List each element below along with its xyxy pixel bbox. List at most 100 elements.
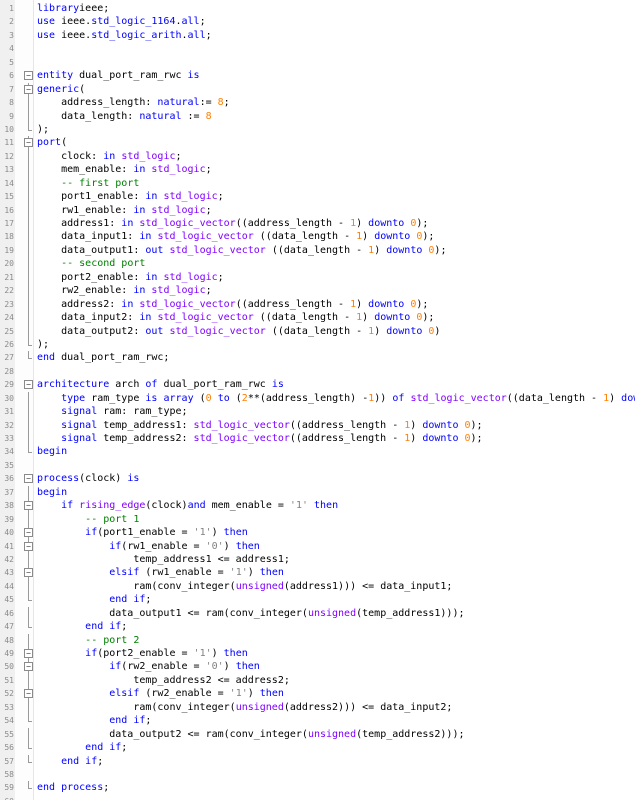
line-number: 34 xyxy=(4,447,14,457)
code-line[interactable]: 10); xyxy=(0,122,635,136)
code-line[interactable]: 21 port2_enable: in std_logic; xyxy=(0,270,635,285)
fold-toggle-icon[interactable] xyxy=(23,526,33,540)
fold-toggle-icon[interactable] xyxy=(23,82,33,97)
code-line[interactable]: 54 end if; xyxy=(0,714,635,727)
line-number: 48 xyxy=(4,635,14,645)
code-line[interactable]: 17 address1: in std_logic_vector((addres… xyxy=(0,217,635,231)
code-line[interactable]: 19 data_output1: out std_logic_vector ((… xyxy=(0,243,635,258)
code-text: data_input1: in std_logic_vector ((data_… xyxy=(37,230,434,243)
code-line[interactable]: 15 port1_enable: in std_logic; xyxy=(0,190,635,205)
code-line[interactable]: 53 ram(conv_integer(unsigned(address2)))… xyxy=(0,700,635,715)
code-line[interactable]: 41 if(rw1_enable = '0') then xyxy=(0,539,635,554)
code-line[interactable]: 9 data_length: natural := 8 xyxy=(0,109,635,124)
fold-toggle-icon[interactable] xyxy=(23,539,33,554)
code-line[interactable]: 14 -- first port xyxy=(0,176,635,191)
code-line[interactable]: 52 elsif (rw2_enable = '1') then xyxy=(0,687,635,702)
code-line[interactable]: 39 -- port 1 xyxy=(0,512,635,527)
code-line[interactable]: 6 entity dual_port_ram_rwc is xyxy=(0,69,635,82)
code-line[interactable]: 5 xyxy=(0,56,635,69)
code-token: ) xyxy=(223,661,236,673)
code-line[interactable]: 34 begin xyxy=(0,445,635,458)
code-line[interactable]: 59 end process; xyxy=(0,781,635,794)
fold-toggle-icon[interactable] xyxy=(23,472,33,485)
code-line[interactable]: 28 xyxy=(0,365,635,378)
code-line[interactable]: 60 xyxy=(0,795,635,800)
code-line[interactable]: 11 port( xyxy=(0,136,635,151)
code-line[interactable]: 58 xyxy=(0,768,635,781)
fold-toggle-icon[interactable] xyxy=(23,566,33,581)
code-token: ); xyxy=(37,338,50,350)
code-token: is xyxy=(271,379,284,391)
code-line[interactable]: 47 end if; xyxy=(0,620,635,633)
code-line[interactable]: 42 temp_address1 <= address1; xyxy=(0,552,635,567)
code-line[interactable]: 31 signal ram: ram_type; xyxy=(0,405,635,420)
code-token: downto xyxy=(374,312,411,324)
code-line[interactable]: 43 elsif (rw1_enable = '1') then xyxy=(0,566,635,581)
code-token: to xyxy=(217,392,230,404)
fold-toggle-icon[interactable] xyxy=(23,499,33,514)
fold-toggle-icon[interactable] xyxy=(23,660,33,675)
code-line[interactable]: 35 xyxy=(0,459,635,472)
line-number: 16 xyxy=(4,205,14,215)
fold-guide-line xyxy=(23,324,33,339)
fold-toggle-icon[interactable] xyxy=(23,136,33,151)
code-line[interactable]: 46 data_output1 <= ram(conv_integer(unsi… xyxy=(0,606,635,621)
code-line[interactable]: 2 use ieee.std_logic_1164.all; xyxy=(0,15,635,28)
code-text: if(rw2_enable = '0') then xyxy=(37,660,260,673)
fold-guide-line xyxy=(23,432,33,446)
code-line[interactable]: 25 data_output2: out std_logic_vector ((… xyxy=(0,324,635,339)
code-token: std_logic_vector xyxy=(157,231,254,243)
code-line[interactable]: 56 end if; xyxy=(0,741,635,754)
code-line[interactable]: 20 -- second port xyxy=(0,257,635,272)
code-token: ((address_length - xyxy=(235,298,351,310)
code-editor[interactable]: 1 libraryieee; 2 use ieee.std_logic_1164.al… xyxy=(0,0,635,800)
code-line[interactable]: 23 address2: in std_logic_vector((addres… xyxy=(0,297,635,312)
fold-toggle-icon[interactable] xyxy=(23,69,33,82)
code-line[interactable]: 16 rw1_enable: in std_logic; xyxy=(0,203,635,218)
code-line[interactable]: 13 mem_enable: in std_logic; xyxy=(0,163,635,178)
code-token: data_input2: xyxy=(37,312,140,324)
code-line[interactable]: 55 data_output2 <= ram(conv_integer(unsi… xyxy=(0,727,635,742)
code-line[interactable]: 49 if(port2_enable = '1') then xyxy=(0,647,635,661)
code-line[interactable]: 57 end if; xyxy=(0,754,635,768)
fold-guide-line xyxy=(23,297,33,312)
code-lines[interactable]: 1 libraryieee; 2 use ieee.std_logic_1164.al… xyxy=(0,2,635,800)
code-line[interactable]: 26); xyxy=(0,337,635,351)
code-line[interactable]: 29 architecture arch of dual_port_ram_rwc… xyxy=(0,378,635,391)
code-line[interactable]: 24 data_input2: in std_logic_vector ((da… xyxy=(0,311,635,325)
code-line[interactable]: 18 data_input1: in std_logic_vector ((da… xyxy=(0,230,635,245)
code-line[interactable]: 27 end dual_port_ram_rwc; xyxy=(0,351,635,364)
fold-guide-line xyxy=(23,337,33,351)
code-line[interactable]: 4 xyxy=(0,42,635,55)
code-line[interactable]: 40 if(port1_enable = '1') then xyxy=(0,526,635,540)
code-line[interactable]: 51 temp_address2 <= address2; xyxy=(0,673,635,688)
code-line[interactable]: 33 signal temp_address2: std_logic_vecto… xyxy=(0,432,635,446)
code-line[interactable]: 48 -- port 2 xyxy=(0,633,635,648)
code-line[interactable]: 8 address_length: natural:= 8; xyxy=(0,96,635,110)
fold-toggle-icon[interactable] xyxy=(23,647,33,661)
code-line[interactable]: 1 libraryieee; xyxy=(0,2,635,15)
line-number: 26 xyxy=(4,339,14,349)
code-token: ; xyxy=(121,742,128,754)
code-line[interactable]: 37 begin xyxy=(0,485,635,500)
fold-toggle-icon[interactable] xyxy=(23,687,33,702)
code-line[interactable]: 38 if rising_edge(clock)and mem_enable =… xyxy=(0,499,635,514)
code-line[interactable]: 7 generic( xyxy=(0,82,635,97)
line-number: 15 xyxy=(4,192,14,202)
code-token: ; xyxy=(205,204,212,216)
code-line[interactable]: 44 ram(conv_integer(unsigned(address1)))… xyxy=(0,579,635,594)
code-line[interactable]: 32 signal temp_address1: std_logic_vecto… xyxy=(0,418,635,433)
fold-toggle-icon[interactable] xyxy=(23,378,33,391)
code-line[interactable]: 45 end if; xyxy=(0,593,635,606)
code-line[interactable]: 12 clock: in std_logic; xyxy=(0,149,635,164)
code-line[interactable]: 30 type ram_type is array (0 to (2**(add… xyxy=(0,391,635,406)
code-line[interactable]: 22 rw2_enable: in std_logic; xyxy=(0,284,635,299)
code-line[interactable]: 3 use ieee.std_logic_arith.all; xyxy=(0,29,635,42)
code-token: if xyxy=(85,527,98,539)
code-text: -- port 1 xyxy=(37,513,139,526)
code-line[interactable]: 36 process(clock) is xyxy=(0,472,635,485)
line-number: 29 xyxy=(4,380,14,390)
code-text: end process; xyxy=(37,781,109,794)
code-line[interactable]: 50 if(rw2_enable = '0') then xyxy=(0,660,635,675)
